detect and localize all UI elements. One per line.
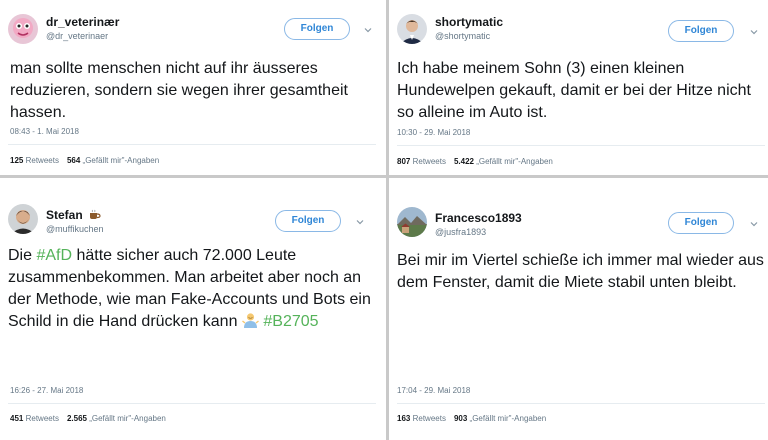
avatar[interactable] [8, 204, 38, 234]
tweet-collage: dr_veterinær @dr_veterinaer Folgen man s… [0, 0, 768, 440]
chevron-down-icon[interactable] [356, 218, 364, 226]
retweet-count[interactable]: 451 [10, 414, 23, 423]
divider [397, 145, 765, 146]
engagement-stats: 807 Retweets 5.422 „Gefällt mir"-Angaben [397, 157, 553, 166]
like-count[interactable]: 903 [454, 414, 467, 423]
retweet-label: Retweets [25, 414, 59, 423]
retweet-count[interactable]: 163 [397, 414, 410, 423]
retweet-label: Retweets [25, 156, 59, 165]
follow-button[interactable]: Folgen [668, 212, 734, 234]
retweet-count[interactable]: 125 [10, 156, 23, 165]
timestamp[interactable]: 17:04 - 29. Mai 2018 [397, 386, 470, 395]
display-name[interactable]: shortymatic [435, 15, 503, 29]
like-label: „Gefällt mir"-Angaben [82, 156, 160, 165]
tweet-card: shortymatic @shortymatic Folgen Ich habe… [389, 0, 768, 175]
avatar-man-beard-icon [8, 204, 38, 234]
tweet-card: dr_veterinær @dr_veterinaer Folgen man s… [0, 0, 386, 175]
avatar[interactable] [397, 14, 427, 44]
display-name[interactable]: Francesco1893 [435, 211, 522, 225]
divider [8, 144, 376, 145]
user-handle[interactable]: @shortymatic [435, 31, 490, 41]
like-count[interactable]: 5.422 [454, 157, 474, 166]
avatar-pink-face-icon [8, 14, 38, 44]
engagement-stats: 163 Retweets 903 „Gefällt mir"-Angaben [397, 414, 546, 423]
chevron-down-icon[interactable] [364, 26, 372, 34]
display-name-text: Stefan [46, 208, 83, 222]
coffee-cup-icon [90, 209, 101, 219]
hashtag-link[interactable]: #B2705 [263, 313, 318, 330]
user-handle[interactable]: @muffikuchen [46, 224, 104, 234]
timestamp[interactable]: 10:30 - 29. Mai 2018 [397, 128, 470, 137]
user-handle[interactable]: @dr_veterinaer [46, 31, 108, 41]
tweet-card: Francesco1893 @jusfra1893 Folgen Bei mir… [389, 178, 768, 440]
like-label: „Gefällt mir"-Angaben [476, 157, 553, 166]
hashtag-link[interactable]: #AfD [36, 247, 72, 264]
tweet-text: Die #AfD hätte sicher auch 72.000 Leute … [8, 245, 378, 333]
follow-button[interactable]: Folgen [284, 18, 350, 40]
chevron-down-icon[interactable] [750, 28, 758, 36]
tweet-text: Ich habe meinem Sohn (3) einen kleinen H… [397, 60, 751, 121]
avatar-man-suit-icon [397, 14, 427, 44]
tweet-text: Bei mir im Viertel schieße ich immer mal… [397, 252, 764, 291]
divider [8, 403, 376, 404]
follow-button[interactable]: Folgen [275, 210, 341, 232]
like-count[interactable]: 564 [67, 156, 80, 165]
user-handle[interactable]: @jusfra1893 [435, 227, 486, 237]
avatar[interactable] [8, 14, 38, 44]
tweet-text-segment: Die [8, 247, 37, 264]
display-name[interactable]: dr_veterinær [46, 15, 119, 29]
chevron-down-icon[interactable] [750, 220, 758, 228]
avatar-landscape-icon [397, 207, 427, 237]
divider [397, 403, 765, 404]
tweet-text: man sollte menschen nicht auf ihr äusser… [10, 60, 348, 121]
timestamp[interactable]: 08:43 - 1. Mai 2018 [10, 127, 79, 136]
follow-button[interactable]: Folgen [668, 20, 734, 42]
retweet-label: Retweets [412, 414, 446, 423]
like-label: „Gefällt mir"-Angaben [89, 414, 166, 423]
person-shrugging-icon [241, 313, 259, 328]
avatar[interactable] [397, 207, 427, 237]
engagement-stats: 451 Retweets 2.565 „Gefällt mir"-Angaben [10, 414, 166, 423]
timestamp[interactable]: 16:26 - 27. Mai 2018 [10, 386, 83, 395]
retweet-count[interactable]: 807 [397, 157, 410, 166]
like-count[interactable]: 2.565 [67, 414, 87, 423]
engagement-stats: 125 Retweets 564 „Gefällt mir"-Angaben [10, 156, 159, 165]
retweet-label: Retweets [412, 157, 446, 166]
display-name[interactable]: Stefan [46, 208, 101, 222]
like-label: „Gefällt mir"-Angaben [469, 414, 547, 423]
tweet-card: Stefan @muffikuchen Folgen Die #AfD hätt… [0, 178, 386, 440]
